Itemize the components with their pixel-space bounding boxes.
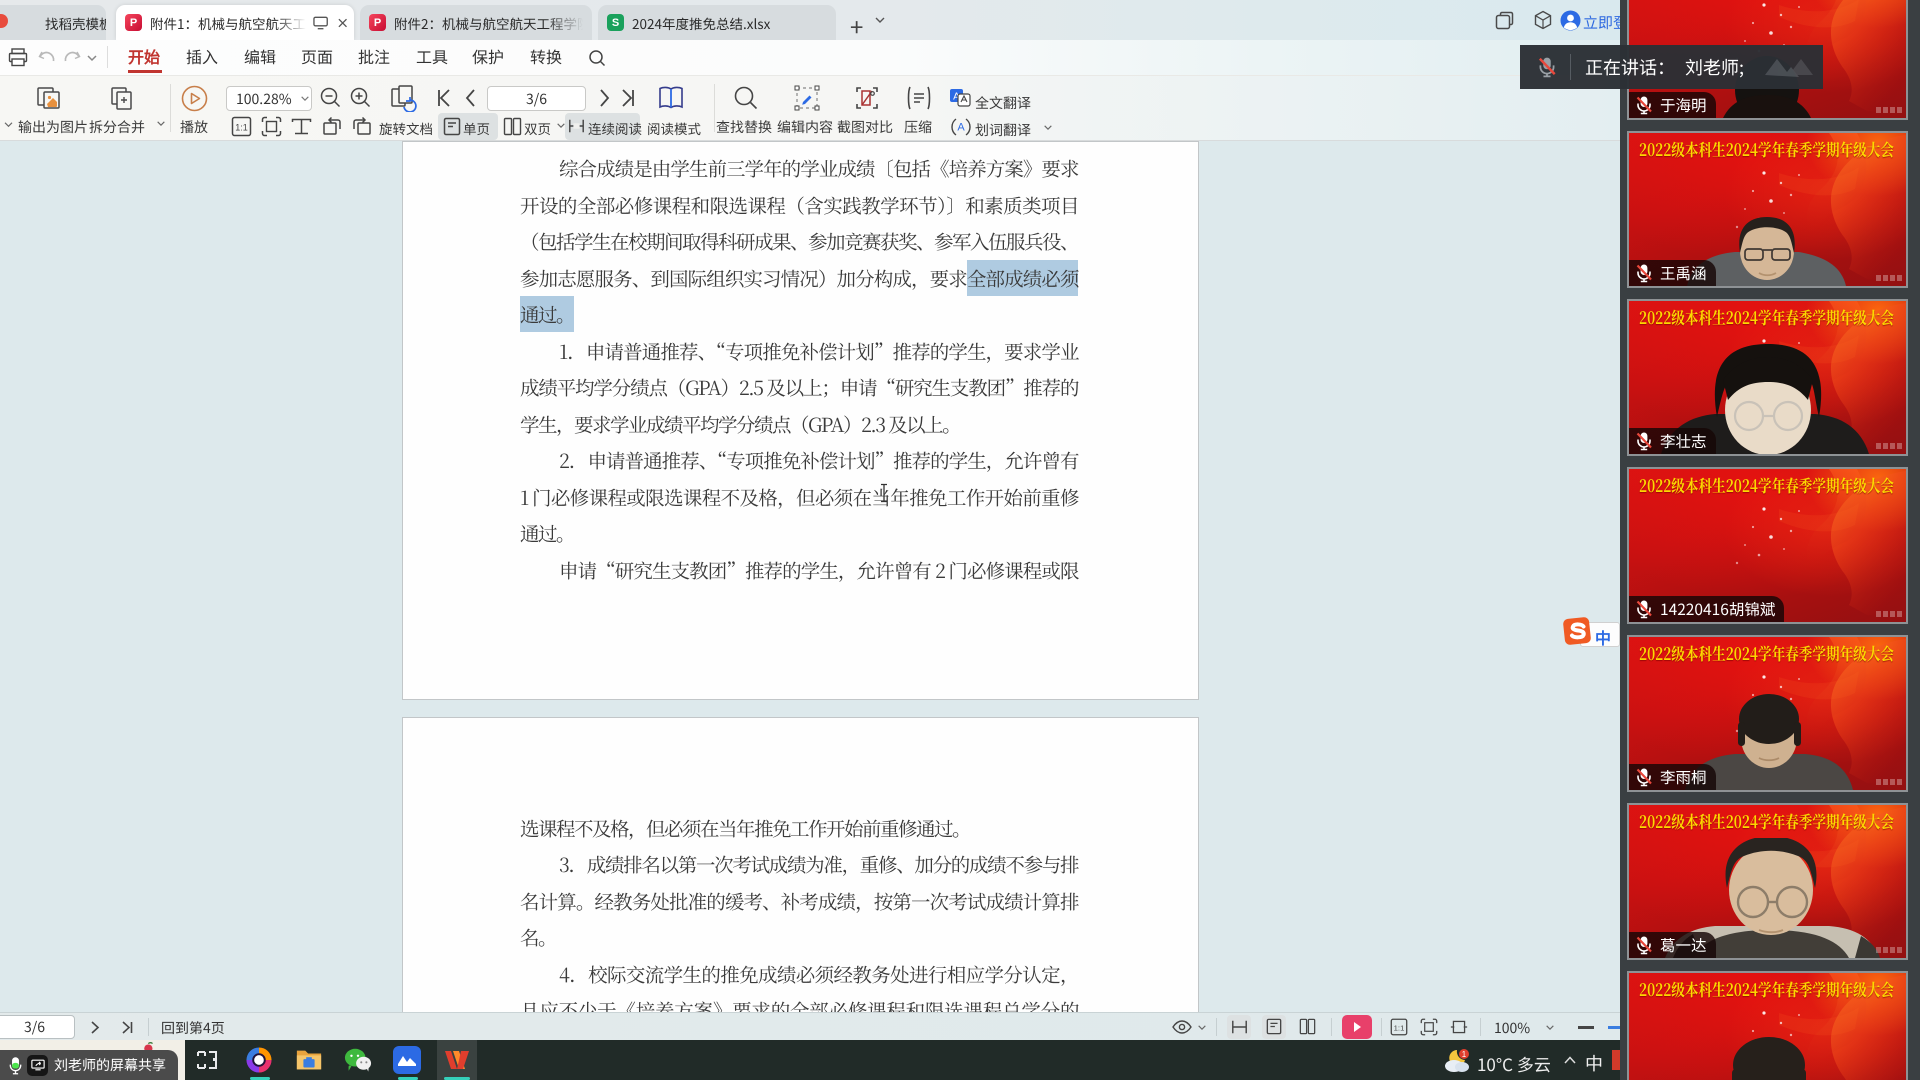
svg-text:1:1: 1:1 <box>1394 1023 1405 1032</box>
svg-text:A: A <box>957 122 965 134</box>
svg-text:1:1: 1:1 <box>235 123 248 133</box>
svg-text:1: 1 <box>1462 1050 1467 1059</box>
